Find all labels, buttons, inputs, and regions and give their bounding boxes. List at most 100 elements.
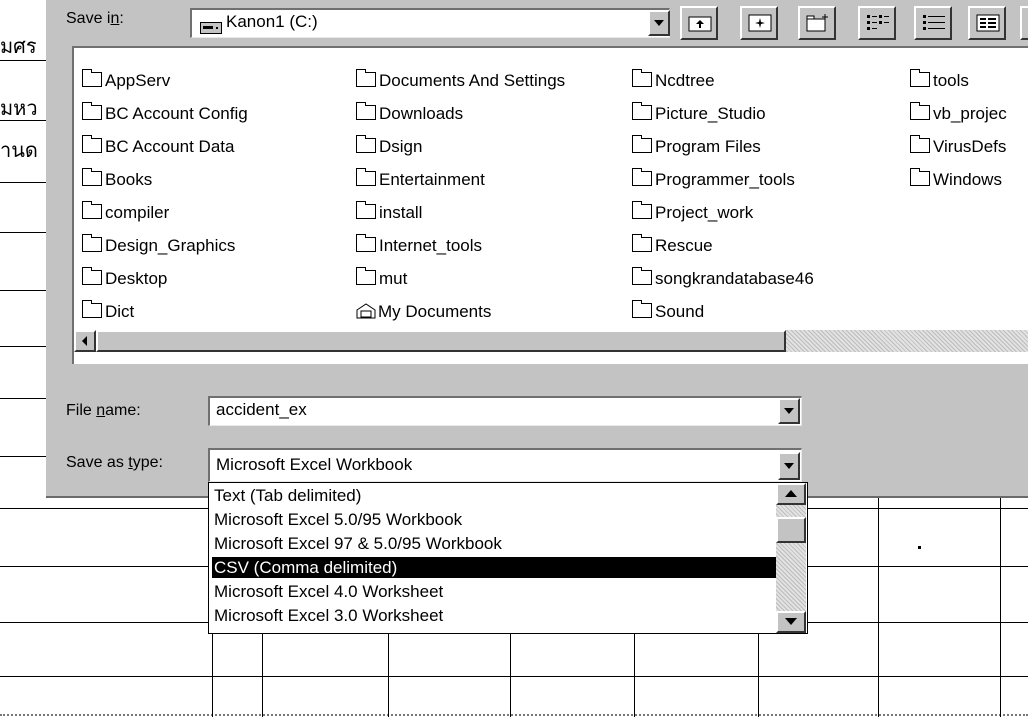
file-name-text: Dsign [379,137,423,156]
type-option[interactable]: Microsoft Excel 5.0/95 Workbook [212,509,776,530]
type-option[interactable]: Microsoft Excel 3.0 Worksheet [212,605,776,626]
file-list-item[interactable]: Internet_tools [356,233,482,259]
file-name-text: tools [933,71,969,90]
folder-icon [632,300,652,318]
tools-button[interactable] [1020,6,1028,40]
save-as-type-select[interactable]: Microsoft Excel Workbook [208,448,802,482]
scroll-left-button[interactable] [74,330,96,352]
arrow-left-icon [82,336,87,346]
file-list-item[interactable]: BC Account Data [82,134,234,160]
type-option[interactable]: Microsoft Excel 4.0 Worksheet [212,581,776,602]
scroll-thumb[interactable] [96,330,786,352]
horizontal-scrollbar[interactable] [74,330,1028,352]
save-in-combo[interactable]: Kanon1 (C:) [190,8,670,38]
folder-icon [82,300,102,318]
file-list-item[interactable]: BC Account Config [82,101,248,127]
properties-button[interactable] [968,6,1006,40]
grid-line [0,60,46,61]
create-new-folder-button[interactable] [798,6,836,40]
file-name-text: Windows [933,170,1002,189]
folder-icon [910,69,930,87]
folder-icon [632,135,652,153]
file-list-item[interactable]: AppServ [82,68,170,94]
file-name-text: Dict [105,302,135,321]
file-name-text: mut [379,269,408,288]
type-option[interactable]: Microsoft Excel 97 & 5.0/95 Workbook [212,533,776,554]
file-list-item[interactable]: My Documents [356,299,491,325]
arrow-down-icon [785,618,797,625]
file-list-item[interactable]: Program Files [632,134,761,160]
file-list-item[interactable]: Design_Graphics [82,233,235,259]
file-name-text: Desktop [105,269,168,288]
folder-icon [356,267,376,285]
file-name-text: songkrandatabase46 [655,269,814,288]
save-as-type-dropdown-list[interactable]: Text (Tab delimited) Microsoft Excel 5.0/… [208,482,808,634]
file-list-item[interactable]: songkrandatabase46 [632,266,814,292]
file-list-view[interactable]: AppServ BC Account Config BC Account Data B… [72,46,1028,364]
file-list-item[interactable]: Ncdtree [632,68,715,94]
search-web-button[interactable] [740,6,778,40]
file-list-item[interactable]: Windows [910,167,1002,193]
file-name-label: File name: [66,402,141,419]
file-list-item[interactable]: Dsign [356,134,422,160]
arrow-up-icon [785,490,797,497]
grid-line [0,714,1028,716]
file-name-dropdown-button[interactable] [778,398,800,424]
scroll-thumb[interactable] [776,517,806,543]
scroll-up-button[interactable] [776,483,806,505]
file-list-item[interactable]: tools [910,68,969,94]
file-name-text: Picture_Studio [655,104,766,123]
type-option[interactable]: CSV (Comma delimited) [212,557,776,578]
file-list-item[interactable]: Project_work [632,200,753,226]
file-list-item[interactable]: Entertainment [356,167,485,193]
save-as-dialog: Save in: Kanon1 (C:) AppServ BC Account C… [46,0,1028,498]
grid-line [0,290,46,291]
up-one-level-button[interactable] [680,6,718,40]
file-list-item[interactable]: Rescue [632,233,713,259]
file-list-item[interactable]: vb_projec [910,101,1007,127]
file-name-text: Program Files [655,137,761,156]
file-name-text: Books [105,170,153,189]
file-name-text: BC Account Data [105,137,235,156]
hard-drive-icon [200,17,222,41]
folder-icon [82,201,102,219]
file-list-item[interactable]: Picture_Studio [632,101,766,127]
folder-icon [82,267,102,285]
file-list-item[interactable]: mut [356,266,407,292]
sheet-cell-text-1: มศร [0,36,37,58]
list-view-icon [867,15,889,30]
file-list-item[interactable]: Documents And Settings [356,68,565,94]
vertical-scrollbar[interactable] [776,483,806,633]
list-view-button[interactable] [858,6,896,40]
save-as-type-dropdown-button[interactable] [778,452,800,480]
grid-line [0,120,46,121]
file-name-text: Design_Graphics [105,236,236,255]
file-list-item[interactable]: compiler [82,200,169,226]
folder-icon [910,168,930,186]
details-view-button[interactable] [914,6,952,40]
my-documents-icon [356,303,376,319]
scroll-down-button[interactable] [776,611,806,633]
file-name-text: compiler [105,203,170,222]
file-list-item[interactable]: Programmer_tools [632,167,795,193]
file-list-item[interactable]: Books [82,167,152,193]
file-list-item[interactable]: Sound [632,299,704,325]
folder-icon [910,135,930,153]
save-in-dropdown-button[interactable] [648,10,670,36]
file-list-item[interactable]: Desktop [82,266,167,292]
folder-icon [356,69,376,87]
save-in-label: Save in: [66,10,124,27]
file-list-item[interactable]: Dict [82,299,134,325]
file-name-text: vb_projec [933,104,1007,123]
type-option[interactable]: Text (Tab delimited) [212,485,776,506]
folder-icon [356,168,376,186]
grid-line [1000,498,1001,717]
file-list-item[interactable]: install [356,200,422,226]
cell-dot [918,546,921,549]
grid-line [0,346,46,347]
file-name-input[interactable]: accident_ex [208,396,802,426]
folder-icon [82,102,102,120]
file-list-item[interactable]: VirusDefs [910,134,1006,160]
file-name-text: Documents And Settings [379,71,566,90]
file-list-item[interactable]: Downloads [356,101,463,127]
